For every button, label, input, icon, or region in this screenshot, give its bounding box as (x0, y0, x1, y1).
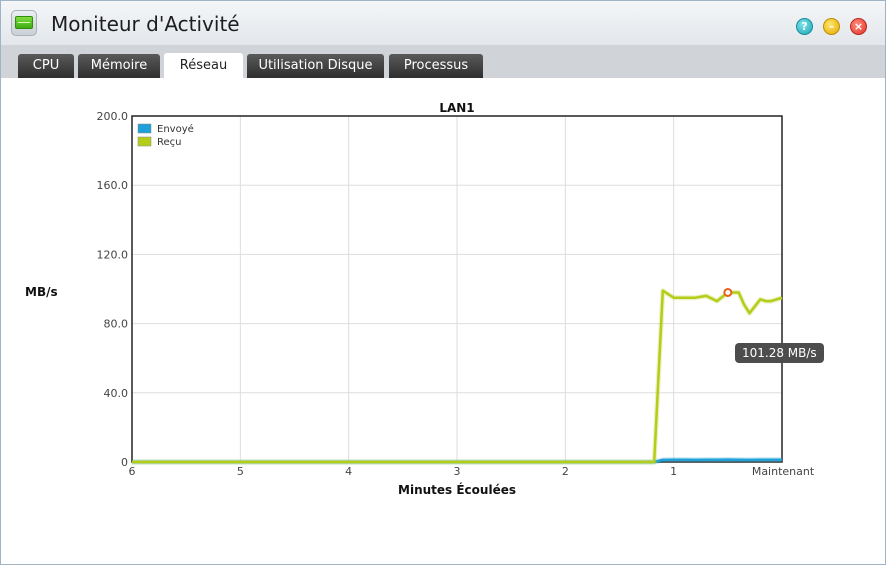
network-chart: 0 40.0 80.0 120.0 160.0 200.0 6 5 4 3 2 1 Maintenant… (25, 101, 815, 497)
x-tick-label: 1 (670, 465, 677, 478)
y-tick-label: 160.0 (97, 179, 129, 192)
tab-cpu[interactable]: CPU (18, 54, 74, 78)
x-tick-label: 3 (454, 465, 461, 478)
legend-swatch (137, 136, 152, 147)
network-panel: 0 40.0 80.0 120.0 160.0 200.0 6 5 4 3 2 1 Maintenant… (1, 78, 885, 564)
tab-bar: CPU Mémoire Réseau Utilisation Disque Pr… (1, 45, 885, 79)
x-tick-label: 4 (345, 465, 352, 478)
window-title: Moniteur d'Activité (51, 12, 240, 36)
legend-label: Reçu (157, 137, 182, 148)
x-tick-label: Maintenant (752, 465, 815, 478)
x-tick-label: 5 (237, 465, 244, 478)
x-tick-label: 2 (562, 465, 569, 478)
tab-utilisation-disque[interactable]: Utilisation Disque (247, 54, 384, 78)
activity-monitor-window: Moniteur d'Activité ? – × CPU Mémoire Ré… (0, 0, 886, 565)
tab-processus[interactable]: Processus (389, 54, 483, 78)
x-tick-label: 6 (129, 465, 136, 478)
y-tick-label: 0 (121, 456, 128, 469)
minimize-button[interactable]: – (823, 18, 840, 35)
help-icon: ? (801, 20, 808, 33)
value-tooltip: 101.28 MB/s (735, 343, 824, 363)
y-tick-label: 120.0 (97, 248, 129, 261)
x-axis-label: Minutes Écoulées (398, 482, 516, 497)
title-bar: Moniteur d'Activité ? – × (1, 1, 885, 45)
activity-monitor-icon (11, 10, 37, 36)
help-button[interactable]: ? (796, 18, 813, 35)
tab-memoire[interactable]: Mémoire (78, 54, 160, 78)
chart-title: LAN1 (439, 101, 474, 115)
y-axis-label: MB/s (25, 285, 58, 299)
tab-reseau[interactable]: Réseau (164, 53, 243, 79)
close-icon: × (853, 20, 864, 33)
close-button[interactable]: × (850, 18, 867, 35)
y-tick-label: 200.0 (97, 110, 129, 123)
y-tick-label: 80.0 (104, 318, 129, 331)
legend-swatch (137, 123, 152, 134)
legend-label: Envoyé (157, 123, 194, 135)
minimize-icon: – (828, 20, 835, 33)
y-tick-label: 40.0 (104, 387, 129, 400)
highlight-point (723, 287, 733, 297)
